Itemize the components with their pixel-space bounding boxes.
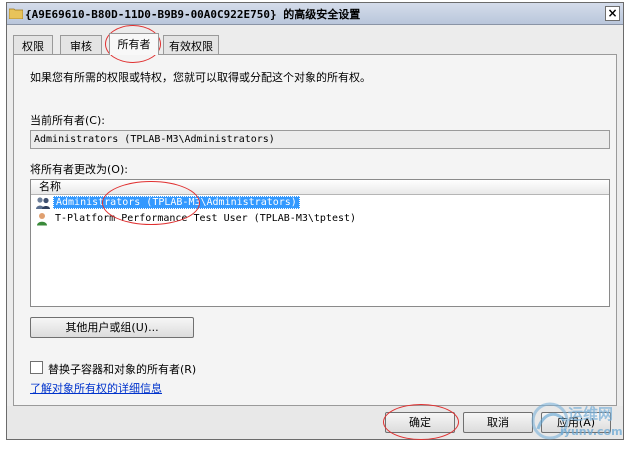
list-item[interactable]: T-Platform Performance Test User (TPLAB-…: [31, 211, 609, 227]
advanced-security-dialog: {A9E69610-B80D-11D0-B9B9-00A0C922E750} 的…: [6, 2, 624, 440]
list-item-label: Administrators (TPLAB-M3\Administrators): [53, 196, 300, 209]
watermark-text: 运维网: [568, 405, 614, 423]
list-item[interactable]: Administrators (TPLAB-M3\Administrators): [31, 195, 609, 211]
owner-panel: 如果您有所需的权限或特权，您就可以取得或分配这个对象的所有权。 当前所有者(C)…: [13, 54, 617, 406]
group-users-icon: [36, 197, 50, 209]
window-title: {A9E69610-B80D-11D0-B9B9-00A0C922E750} 的…: [25, 8, 361, 21]
tab-permissions[interactable]: 权限: [13, 35, 53, 54]
tab-auditing[interactable]: 审核: [60, 35, 102, 54]
watermark-url: iyunv.com: [560, 425, 623, 438]
replace-owner-label[interactable]: 替换子容器和对象的所有者(R): [48, 361, 196, 377]
learn-more-link[interactable]: 了解对象所有权的详细信息: [30, 380, 162, 396]
ok-button[interactable]: 确定: [385, 412, 455, 433]
column-header-name[interactable]: 名称: [31, 180, 609, 195]
change-owner-label: 将所有者更改为(O):: [30, 163, 128, 176]
current-owner-field: Administrators (TPLAB-M3\Administrators): [30, 130, 610, 149]
list-item-label: T-Platform Performance Test User (TPLAB-…: [55, 213, 357, 224]
title-bar: {A9E69610-B80D-11D0-B9B9-00A0C922E750} 的…: [7, 3, 623, 25]
other-users-groups-button[interactable]: 其他用户或组(U)...: [30, 317, 194, 338]
replace-owner-checkbox[interactable]: [30, 361, 43, 374]
tab-owner[interactable]: 所有者: [109, 33, 159, 55]
owner-description: 如果您有所需的权限或特权，您就可以取得或分配这个对象的所有权。: [30, 71, 371, 84]
watermark: 运维网 iyunv.com: [530, 397, 630, 447]
cancel-button[interactable]: 取消: [463, 412, 533, 433]
close-button[interactable]: ×: [605, 6, 620, 21]
user-icon: [37, 213, 47, 226]
folder-icon: [9, 8, 23, 19]
tab-effective-permissions[interactable]: 有效权限: [163, 35, 219, 54]
current-owner-label: 当前所有者(C):: [30, 114, 105, 127]
owner-candidates-list[interactable]: 名称 Administrators (TPLAB-M3\Administrato…: [30, 179, 610, 307]
